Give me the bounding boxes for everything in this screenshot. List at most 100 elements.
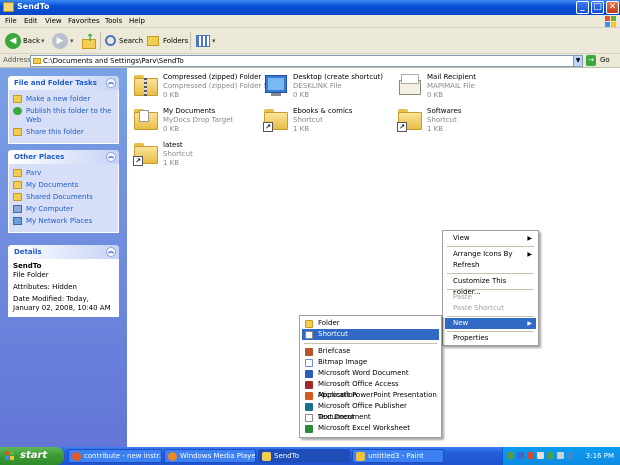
panel-header[interactable]: Other Places ︽ — [8, 150, 119, 164]
file-item[interactable]: Mail Recipient MAPIMAIL File 0 KB — [393, 70, 523, 104]
menu-view[interactable]: View ▶ — [445, 233, 536, 244]
menu-refresh[interactable]: Refresh — [445, 260, 536, 271]
menu-arrange-icons-by[interactable]: Arrange Icons By ▶ — [445, 249, 536, 260]
file-name: Ebooks & comics — [293, 107, 353, 115]
folders-button[interactable]: Folders — [163, 33, 188, 49]
collapse-chevron-icon[interactable]: ︽ — [106, 247, 116, 257]
new-briefcase-item[interactable]: Briefcase — [302, 346, 439, 357]
go-arrow-icon[interactable]: → — [586, 55, 596, 66]
menu-customize-folder[interactable]: Customize This Folder... — [445, 276, 536, 296]
bitmap-icon — [305, 359, 313, 367]
start-button[interactable]: start — [0, 447, 64, 465]
file-item[interactable]: ↗ Ebooks & comics Shortcut 1 KB — [259, 104, 389, 138]
close-button[interactable]: ✕ — [606, 1, 619, 14]
new-excel-item[interactable]: Microsoft Excel Worksheet — [302, 423, 439, 434]
collapse-chevron-icon[interactable]: ︽ — [106, 152, 116, 162]
menu-file[interactable]: File — [5, 17, 17, 25]
new-bitmap-item[interactable]: Bitmap Image — [302, 357, 439, 368]
volume-icon[interactable] — [557, 452, 564, 459]
task-share-folder[interactable]: Share this folder — [13, 128, 114, 137]
place-my-computer[interactable]: My Computer — [13, 205, 114, 214]
go-button[interactable]: Go — [600, 56, 610, 64]
tray-icon[interactable] — [507, 452, 514, 459]
menu-tools[interactable]: Tools — [105, 17, 122, 25]
address-input[interactable]: C:\Documents and Settings\Parv\SendTo — [30, 55, 583, 67]
file-item[interactable]: ↗ latest Shortcut 1 KB — [129, 138, 259, 172]
task-pane: File and Folder Tasks ︽ Make a new folde… — [0, 68, 127, 447]
toolbar-separator — [100, 32, 101, 50]
tray-icon[interactable] — [567, 452, 574, 459]
tray-icon[interactable] — [537, 452, 544, 459]
collapse-chevron-icon[interactable]: ︽ — [106, 78, 116, 88]
address-dropdown-icon[interactable]: ▼ — [573, 55, 583, 67]
other-places-panel: Other Places ︽ Parv My Documents Shared … — [8, 150, 119, 233]
shared-folder-icon — [13, 193, 22, 201]
file-size: 0 KB — [293, 91, 310, 99]
new-folder-item[interactable]: Folder — [302, 318, 439, 329]
place-shared-documents[interactable]: Shared Documents — [13, 193, 114, 202]
tray-icon[interactable] — [547, 452, 554, 459]
details-type: File Folder — [13, 271, 49, 279]
menu-view[interactable]: View — [45, 17, 62, 25]
details-name: SendTo — [13, 262, 42, 270]
menu-edit[interactable]: Edit — [24, 17, 38, 25]
title-bar[interactable]: SendTo _ □ ✕ — [0, 0, 620, 15]
taskbar-button-media-player[interactable]: Windows Media Player — [164, 449, 256, 463]
folder-icon — [305, 320, 313, 328]
menu-properties[interactable]: Properties — [445, 333, 536, 344]
views-dropdown-icon[interactable]: ▾ — [212, 33, 216, 49]
new-access-item[interactable]: Microsoft Office Access Application — [302, 379, 439, 399]
new-powerpoint-item[interactable]: Microsoft PowerPoint Presentation — [302, 390, 439, 401]
task-label: Share this folder — [26, 128, 84, 136]
menu-help[interactable]: Help — [129, 17, 145, 25]
minimize-button[interactable]: _ — [576, 1, 589, 14]
folder-shortcut-icon: ↗ — [263, 106, 289, 132]
file-item[interactable]: Compressed (zipped) Folder Compressed (z… — [129, 70, 275, 104]
folders-icon[interactable] — [147, 36, 159, 46]
new-word-item[interactable]: Microsoft Word Document — [302, 368, 439, 379]
task-make-new-folder[interactable]: Make a new folder — [13, 95, 114, 104]
forward-dropdown-icon[interactable]: ▾ — [70, 33, 74, 49]
taskbar-button-paint[interactable]: untitled3 - Paint — [352, 449, 444, 463]
file-item[interactable]: My Documents MyDocs Drop Target 0 KB — [129, 104, 259, 138]
taskbar-button-sendto[interactable]: SendTo — [258, 449, 350, 463]
place-my-documents[interactable]: My Documents — [13, 181, 114, 190]
menu-new[interactable]: New ▶ — [445, 318, 536, 329]
clock[interactable]: 3:16 PM — [586, 452, 614, 460]
file-item[interactable]: ↗ Softwares Shortcut 1 KB — [393, 104, 523, 138]
new-shortcut-item[interactable]: Shortcut — [302, 329, 439, 340]
file-type: DESKLINK File — [293, 82, 342, 90]
new-publisher-item[interactable]: Microsoft Office Publisher Document — [302, 401, 439, 421]
file-item[interactable]: Desktop (create shortcut) DESKLINK File … — [259, 70, 389, 104]
up-folder-icon[interactable]: ↑ — [82, 33, 96, 49]
back-dropdown-icon[interactable]: ▾ — [41, 33, 45, 49]
place-my-network-places[interactable]: My Network Places — [13, 217, 114, 226]
new-folder-icon — [13, 95, 22, 103]
word-icon — [305, 370, 313, 378]
search-icon[interactable] — [105, 35, 116, 46]
folder-icon — [262, 452, 271, 461]
views-icon[interactable] — [196, 35, 210, 47]
forward-arrow-icon[interactable]: ▶ — [52, 33, 68, 49]
tray-icon[interactable] — [527, 452, 534, 459]
menu-favorites[interactable]: Favorites — [68, 17, 100, 25]
panel-header[interactable]: File and Folder Tasks ︽ — [8, 76, 119, 90]
file-size: 0 KB — [427, 91, 444, 99]
task-publish-folder[interactable]: Publish this folder to the Web — [13, 107, 114, 125]
back-button[interactable]: Back — [23, 33, 40, 49]
file-size: 1 KB — [293, 125, 310, 133]
taskbar-button-contribute[interactable]: contribute - new instr... — [68, 449, 162, 463]
details-panel: Details ︽ SendTo File Folder Attributes:… — [8, 245, 119, 317]
place-parv[interactable]: Parv — [13, 169, 114, 178]
file-size: 1 KB — [427, 125, 444, 133]
briefcase-icon — [305, 348, 313, 356]
details-modified: Date Modified: Today, January 02, 2008, … — [13, 295, 111, 312]
maximize-button[interactable]: □ — [591, 1, 604, 14]
search-button[interactable]: Search — [119, 33, 143, 49]
panel-header[interactable]: Details ︽ — [8, 245, 119, 259]
place-label: Parv — [26, 169, 42, 177]
file-name: Mail Recipient — [427, 73, 476, 81]
tray-icon[interactable] — [517, 452, 524, 459]
back-arrow-icon[interactable]: ◀ — [5, 33, 21, 49]
new-text-item[interactable]: Text Document — [302, 412, 439, 423]
